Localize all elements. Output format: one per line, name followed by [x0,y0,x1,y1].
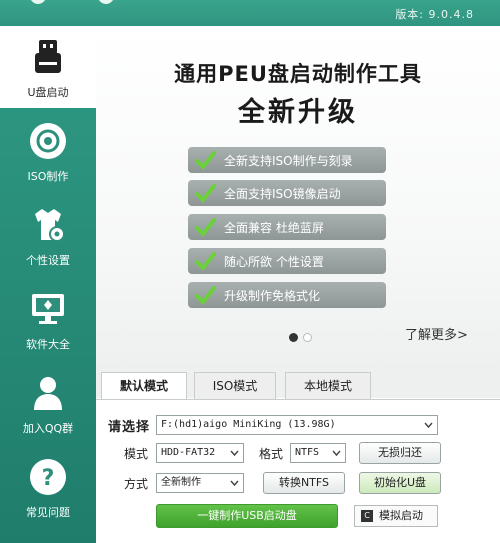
method-select[interactable]: 全新制作 [156,473,244,493]
disc-icon [30,123,66,159]
tab-local-mode[interactable]: 本地模式 [285,372,371,399]
chevron-down-icon [230,480,239,487]
mode-select-value: HDD-FAT32 [161,447,216,458]
device-label: 请选择 [108,420,151,435]
sidebar-item-label: 加入QQ群 [22,422,74,435]
banner-subtitle: 全新升级 [238,97,358,128]
device-select[interactable]: F:(hd1)aigo MiniKing (13.98G) [156,415,438,435]
feature-text: 随心所欲 个性设置 [224,255,324,269]
sidebar-item-label: ISO制作 [27,170,69,183]
simulate-boot-label: 模拟启动 [379,509,423,522]
feature-text: 全面兼容 杜绝蓝屏 [224,221,324,235]
convert-ntfs-button[interactable]: 转换NTFS [263,472,345,494]
format-select[interactable]: NTFS [290,443,346,463]
make-usb-boot-button[interactable]: 一键制作USB启动盘 [156,504,338,528]
feature-item: 全新支持ISO制作与刻录 [188,147,386,173]
format-label: 格式 [259,447,284,461]
method-select-value: 全新制作 [161,477,201,488]
simulate-boot-button[interactable]: C 模拟启动 [354,505,438,527]
mode-select[interactable]: HDD-FAT32 [156,443,244,463]
main-panel: 通用PEU盘启动制作工具 全新升级 全新支持ISO制作与刻录 全面支持ISO镜像… [96,26,500,543]
feature-item: 升级制作免格式化 [188,282,386,308]
shirt-gear-icon [35,209,65,242]
sidebar-item-label: 个性设置 [26,254,70,267]
initialize-usb-button[interactable]: 初始化U盘 [359,472,441,494]
sidebar: U盘启动 ISO制作 个性设置 软件大全 加入QQ群 ? 常见问题 [0,26,96,543]
sidebar-item-software[interactable]: 软件大全 [0,278,96,360]
title-bar-decoration [30,0,120,4]
sidebar-item-label: 软件大全 [26,338,70,351]
sidebar-item-personalize[interactable]: 个性设置 [0,194,96,276]
feature-text: 全新支持ISO制作与刻录 [224,154,353,168]
chevron-down-icon [424,422,433,429]
title-bar: 版本: 9.0.4.8 [0,0,500,26]
feature-item: 全面支持ISO镜像启动 [188,180,386,206]
chevron-down-icon [230,450,239,457]
person-icon [34,377,62,410]
checkmark-icon [195,286,216,306]
feature-item: 随心所欲 个性设置 [188,248,386,274]
sidebar-item-iso[interactable]: ISO制作 [0,110,96,192]
method-label: 方式 [124,477,149,491]
sidebar-item-usb-boot[interactable]: U盘启动 [0,26,96,108]
feature-text: 全面支持ISO镜像启动 [224,187,341,201]
monitor-icon [32,294,64,324]
checkmark-icon [195,218,216,238]
carousel-dot-active[interactable] [289,333,298,342]
promo-banner: 通用PEU盘启动制作工具 全新升级 全新支持ISO制作与刻录 全面支持ISO镜像… [96,26,500,372]
checkmark-icon [195,184,216,204]
feature-text: 升级制作免格式化 [224,289,321,303]
chevron-down-icon [332,450,341,457]
mode-label: 模式 [124,447,149,461]
sidebar-item-label: 常见问题 [26,506,70,519]
format-select-value: NTFS [295,447,320,458]
terminal-icon: C [361,510,373,522]
sidebar-item-qq-group[interactable]: 加入QQ群 [0,362,96,444]
usb-drive-icon [35,40,61,73]
sidebar-item-faq[interactable]: ? 常见问题 [0,446,96,528]
tab-iso-mode[interactable]: ISO模式 [194,372,276,399]
feature-item: 全面兼容 杜绝蓝屏 [188,214,386,240]
learn-more-link[interactable]: 了解更多> [405,324,468,343]
banner-title: 通用PEU盘启动制作工具 [174,62,422,86]
lossless-restore-button[interactable]: 无损归还 [359,442,441,464]
checkmark-icon [195,151,216,171]
checkmark-icon [195,252,216,272]
question-icon: ? [30,459,66,495]
version-label: 版本: 9.0.4.8 [395,8,474,21]
tab-default-mode[interactable]: 默认模式 [101,372,187,400]
sidebar-item-label: U盘启动 [27,86,69,99]
svg-text:?: ? [42,466,55,491]
carousel-dot[interactable] [303,333,312,342]
device-select-value: F:(hd1)aigo MiniKing (13.98G) [161,419,336,430]
